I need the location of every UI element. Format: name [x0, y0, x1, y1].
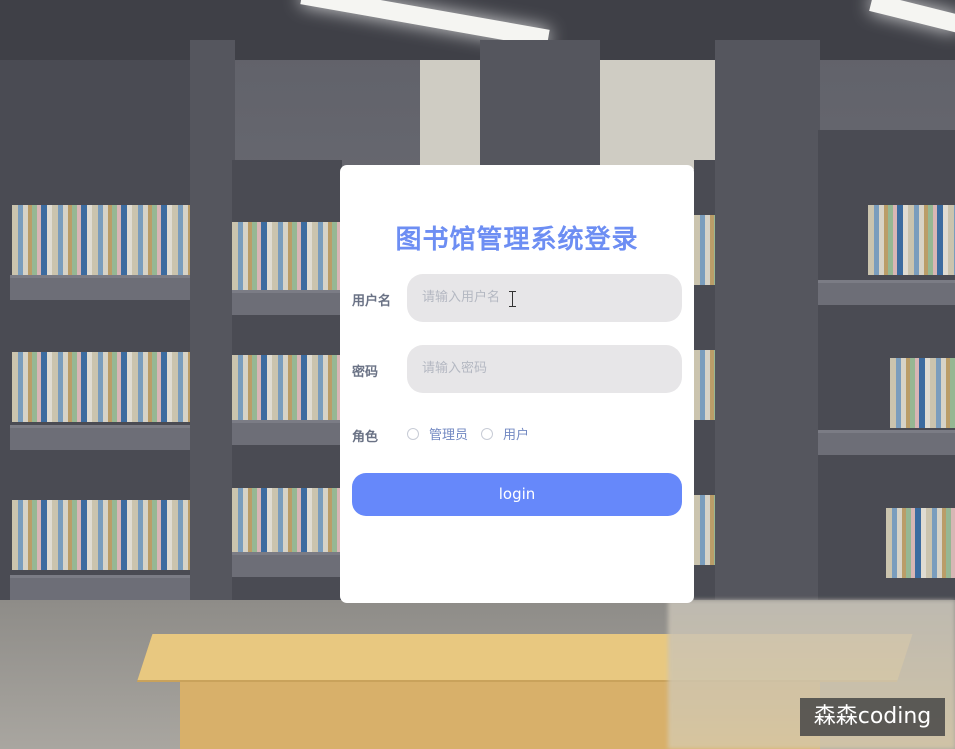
background-shelf [10, 575, 190, 600]
login-page: 图书馆管理系统登录 用户名 请输入用户名 密码 请输入密码 角色 管理员 用户 … [0, 0, 955, 749]
background-books [232, 222, 340, 292]
username-input[interactable]: 请输入用户名 [407, 274, 682, 322]
background-books [12, 500, 190, 570]
role-label: 角色 [352, 430, 379, 445]
background-shelf [232, 552, 340, 577]
background-pillar [715, 40, 820, 620]
background-books [232, 355, 340, 425]
password-input[interactable]: 请输入密码 [407, 345, 682, 393]
role-radio-group: 管理员 用户 [407, 424, 542, 443]
radio-circle-icon[interactable] [407, 427, 419, 440]
background-pillar [190, 40, 235, 640]
username-label: 用户名 [352, 294, 392, 309]
background-shelf [818, 280, 955, 305]
role-radio-admin-label[interactable]: 管理员 [429, 424, 468, 443]
watermark: 森森coding [800, 698, 945, 736]
background-shelf [232, 290, 340, 315]
background-books [868, 205, 955, 275]
role-radio-admin[interactable]: 管理员 [407, 424, 468, 443]
role-radio-user[interactable]: 用户 [481, 424, 529, 443]
background-pillar [480, 40, 600, 170]
background-shelf [10, 425, 190, 450]
background-books [694, 350, 716, 420]
background-books [12, 205, 190, 275]
radio-circle-icon[interactable] [481, 427, 494, 440]
login-card: 图书馆管理系统登录 用户名 请输入用户名 密码 请输入密码 角色 管理员 用户 … [340, 165, 694, 603]
background-books [232, 488, 340, 558]
background-shelf [818, 430, 955, 455]
background-shelf [10, 275, 190, 300]
username-placeholder: 请输入用户名 [422, 290, 501, 305]
password-label: 密码 [352, 365, 379, 380]
background-shelf [232, 420, 340, 445]
role-radio-user-label[interactable]: 用户 [503, 424, 529, 443]
background-books [886, 508, 955, 578]
background-books [12, 352, 190, 422]
i-beam-cursor-icon [509, 291, 517, 307]
background-books [694, 495, 716, 565]
password-placeholder: 请输入密码 [422, 361, 488, 376]
background-books [890, 358, 955, 428]
background-books [694, 215, 716, 285]
page-title: 图书馆管理系统登录 [395, 225, 639, 255]
login-button[interactable]: login [352, 473, 682, 516]
